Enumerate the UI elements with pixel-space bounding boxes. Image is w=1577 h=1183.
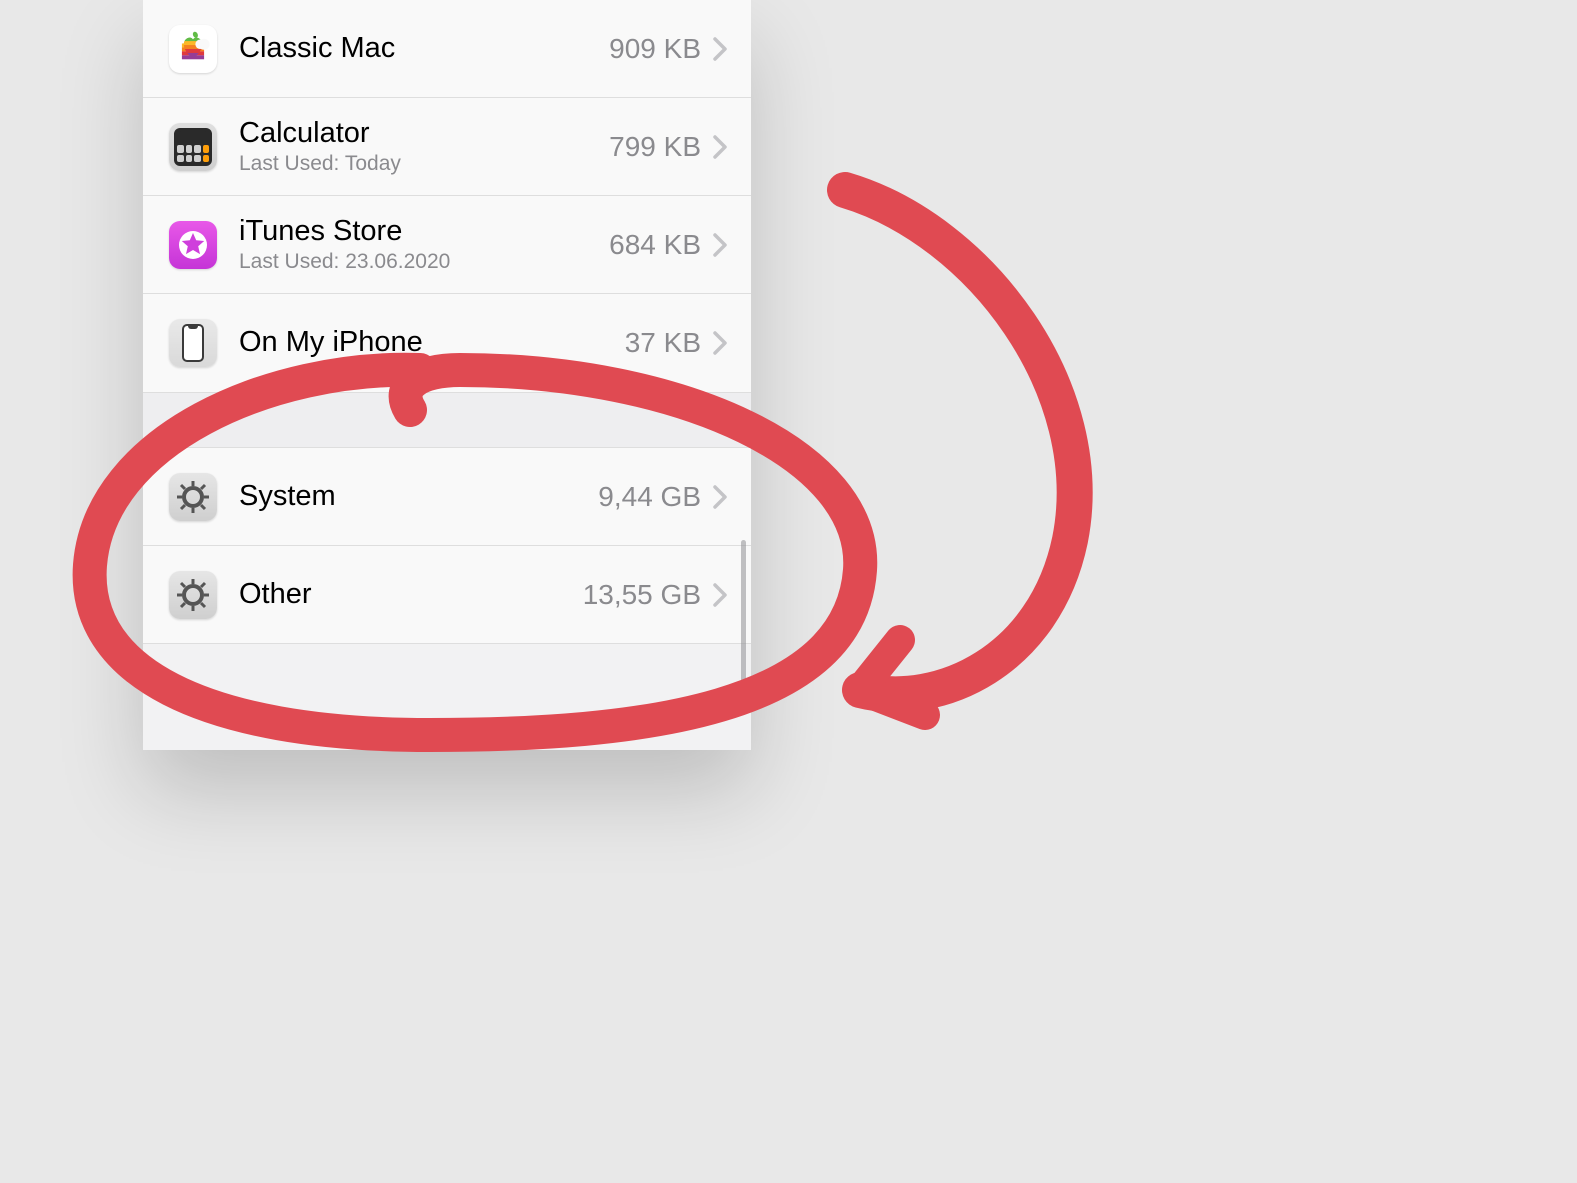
app-size: 799 KB [609,131,701,163]
app-text: On My iPhone [239,326,613,359]
other-title: Other [239,578,571,611]
system-title: System [239,480,586,513]
chevron-right-icon [713,37,727,61]
on-my-iphone-icon [169,319,217,367]
storage-panel: Classic Mac 909 KB Calculator Last Used:… [143,0,751,750]
calculator-icon [169,123,217,171]
app-row-calculator[interactable]: Calculator Last Used: Today 799 KB [143,98,751,196]
app-text: Calculator Last Used: Today [239,117,597,176]
app-title: Classic Mac [239,32,597,65]
chevron-right-icon [713,135,727,159]
system-row-other[interactable]: Other 13,55 GB [143,546,751,644]
app-size: 684 KB [609,229,701,261]
other-text: Other [239,578,571,611]
app-text: Classic Mac [239,32,597,65]
chevron-right-icon [713,583,727,607]
chevron-right-icon [713,485,727,509]
app-subtitle: Last Used: Today [239,152,597,176]
app-text: iTunes Store Last Used: 23.06.2020 [239,215,597,274]
classic-mac-icon [169,25,217,73]
apps-group: Classic Mac 909 KB Calculator Last Used:… [143,0,751,392]
app-row-on-my-iphone[interactable]: On My iPhone 37 KB [143,294,751,392]
scroll-indicator[interactable] [741,540,746,690]
app-row-itunes-store[interactable]: iTunes Store Last Used: 23.06.2020 684 K… [143,196,751,294]
system-row-system[interactable]: System 9,44 GB [143,448,751,546]
app-row-classic-mac[interactable]: Classic Mac 909 KB [143,0,751,98]
app-subtitle: Last Used: 23.06.2020 [239,250,597,274]
app-size: 909 KB [609,33,701,65]
settings-gear-icon [169,571,217,619]
system-icon [169,473,217,521]
section-separator [143,392,751,448]
chevron-right-icon [713,331,727,355]
system-group: System 9,44 GB Other 13,55 GB [143,448,751,644]
itunes-store-icon [169,221,217,269]
app-size: 37 KB [625,327,701,359]
system-text: System [239,480,586,513]
chevron-right-icon [713,233,727,257]
system-size: 9,44 GB [598,481,701,513]
app-title: iTunes Store [239,215,597,248]
app-title: Calculator [239,117,597,150]
other-size: 13,55 GB [583,579,701,611]
app-title: On My iPhone [239,326,613,359]
